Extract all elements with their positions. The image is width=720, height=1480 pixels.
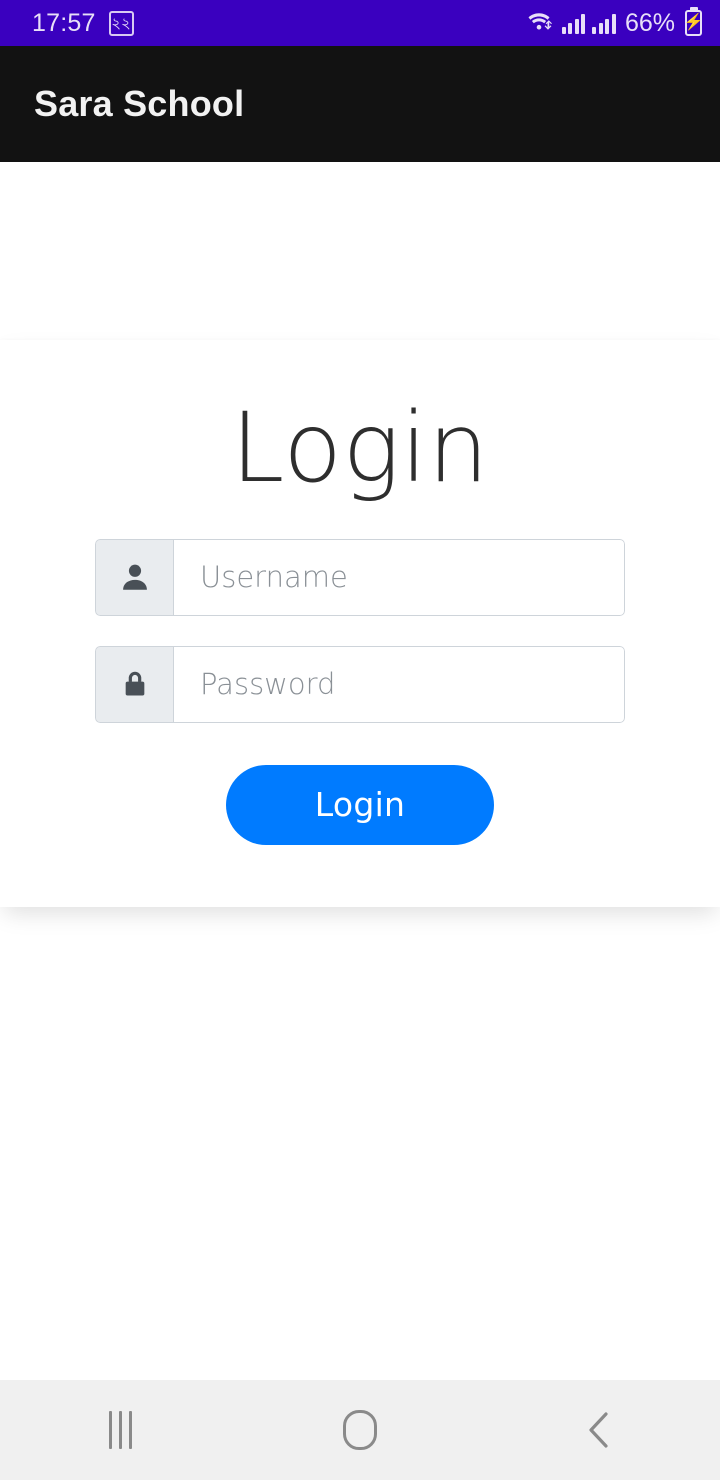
battery-charging-icon: ⚡ — [684, 10, 703, 36]
system-nav-bar — [0, 1380, 720, 1480]
password-input-group — [95, 645, 625, 723]
chevron-left-icon — [589, 1412, 608, 1448]
status-bar-left: 17:57 ২২ — [32, 8, 134, 37]
page-body: Login Username Login — [0, 162, 720, 1380]
status-time: 17:57 — [32, 8, 96, 37]
notification-badge-label: ২২ — [111, 13, 131, 32]
nav-recents-button[interactable] — [45, 1380, 195, 1480]
recents-icon — [108, 1411, 132, 1449]
person-icon — [95, 538, 173, 616]
app-title: Sara School — [34, 83, 245, 124]
home-icon — [343, 1410, 377, 1450]
phone-screen: 17:57 ২২ 66% ⚡ Sara School Login Usernam… — [0, 0, 720, 1480]
lock-icon — [95, 645, 173, 723]
page-title: Login — [230, 392, 490, 504]
signal-bars-icon-sim2 — [592, 12, 616, 34]
notification-badge-icon: ২২ — [108, 10, 134, 36]
battery-percent-label: 66% — [624, 8, 675, 37]
status-bar-right: 66% ⚡ — [527, 8, 703, 38]
app-bar: Sara School — [0, 46, 720, 162]
signal-bars-icon-sim1 — [561, 12, 586, 34]
nav-home-button[interactable] — [285, 1380, 435, 1480]
wifi-icon — [527, 9, 555, 38]
login-form: Login — [95, 538, 625, 845]
nav-back-button[interactable] — [525, 1380, 675, 1480]
username-input[interactable] — [173, 538, 625, 616]
password-input[interactable] — [173, 645, 625, 723]
status-bar: 17:57 ২২ 66% ⚡ — [0, 0, 720, 46]
login-button[interactable]: Login — [226, 764, 494, 845]
username-input-group — [95, 538, 625, 616]
submit-row: Login — [95, 764, 625, 845]
login-card: Login Username Login — [0, 340, 720, 907]
